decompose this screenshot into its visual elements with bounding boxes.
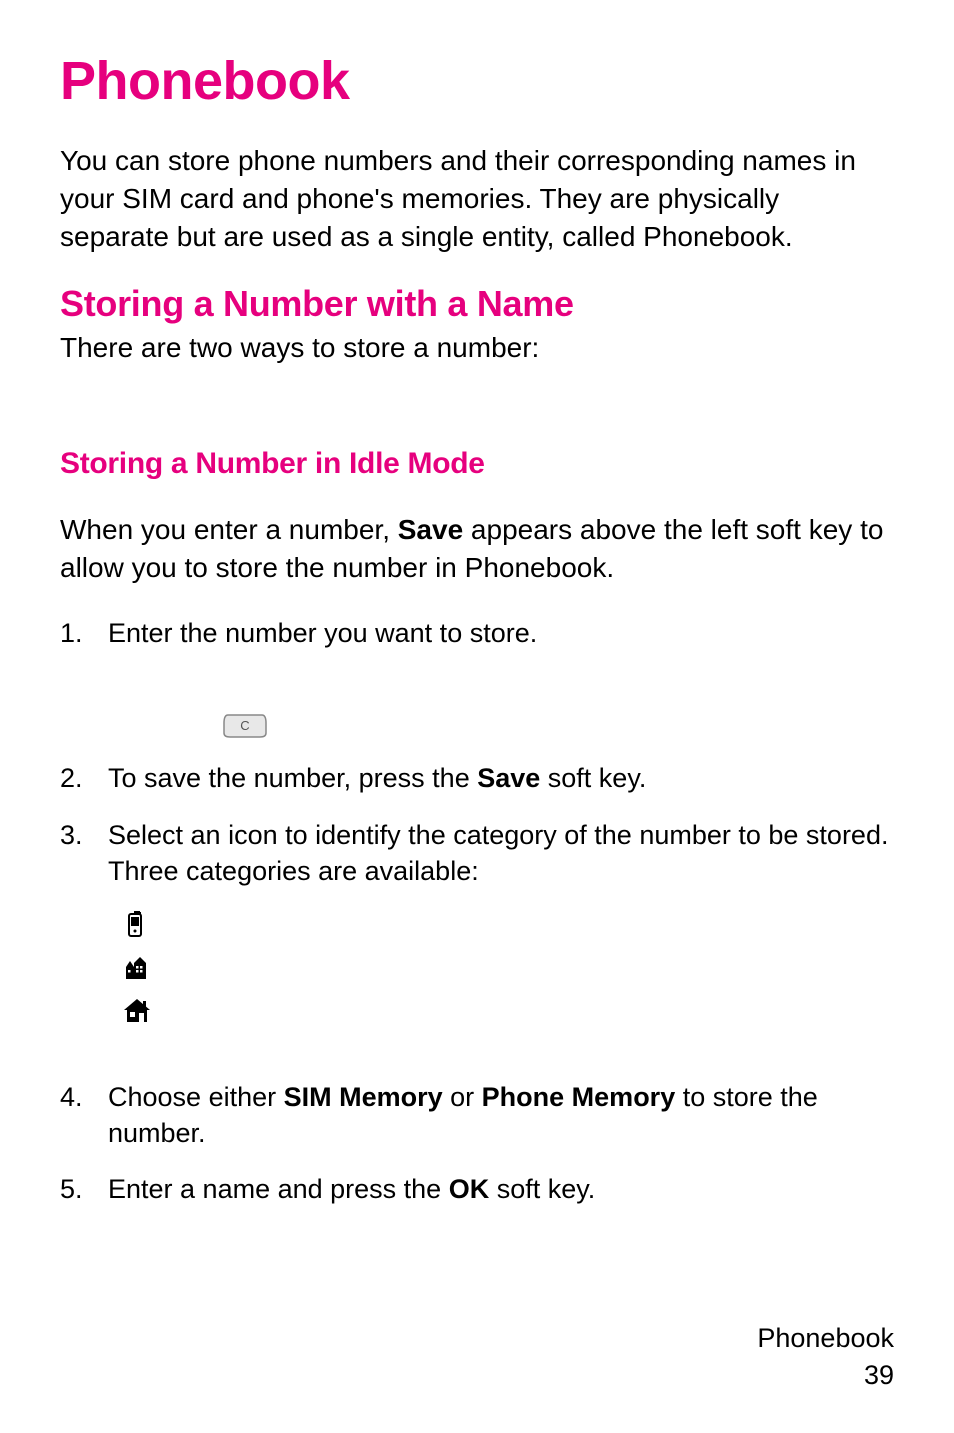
text-fragment: Choose either xyxy=(108,1082,284,1112)
page-title: Phonebook xyxy=(60,50,894,112)
step-1: 1. Enter the number you want to store. xyxy=(60,615,894,651)
home-icon xyxy=(120,996,894,1029)
save-bold: Save xyxy=(477,763,540,793)
step-3: 3. Select an icon to identify the catego… xyxy=(60,817,894,890)
step-text: Enter the number you want to store. xyxy=(108,618,537,648)
save-label-bold: Save xyxy=(398,514,463,545)
section2-intro: When you enter a number, Save appears ab… xyxy=(60,511,894,587)
text-fragment: To save the number, press the xyxy=(108,763,477,793)
footer-section-label: Phonebook xyxy=(757,1320,894,1356)
step-number: 3. xyxy=(60,817,83,853)
phone-memory-bold: Phone Memory xyxy=(482,1082,676,1112)
section1-text: There are two ways to store a number: xyxy=(60,329,894,367)
step-number: 1. xyxy=(60,615,83,651)
section-heading-idle-mode: Storing a Number in Idle Mode xyxy=(60,447,894,481)
svg-text:C: C xyxy=(240,718,249,733)
step-number: 2. xyxy=(60,760,83,796)
text-fragment: When you enter a number, xyxy=(60,514,398,545)
mobile-icon xyxy=(120,910,894,945)
page-footer: Phonebook 39 xyxy=(757,1320,894,1393)
ok-bold: OK xyxy=(449,1174,490,1204)
text-fragment: soft key. xyxy=(540,763,646,793)
step-text: Select an icon to identify the category … xyxy=(108,820,888,886)
section-heading-store-name: Storing a Number with a Name xyxy=(60,283,894,325)
intro-paragraph: You can store phone numbers and their co… xyxy=(60,142,894,255)
category-icons xyxy=(120,910,894,1029)
c-key-icon: C xyxy=(220,711,270,744)
step-5: 5. Enter a name and press the OK soft ke… xyxy=(60,1171,894,1207)
step-2: 2. To save the number, press the Save so… xyxy=(60,760,894,796)
step-number: 5. xyxy=(60,1171,83,1207)
step-number: 4. xyxy=(60,1079,83,1115)
sim-memory-bold: SIM Memory xyxy=(284,1082,443,1112)
footer-page-number: 39 xyxy=(757,1357,894,1393)
office-icon xyxy=(120,953,894,988)
step-4: 4. Choose either SIM Memory or Phone Mem… xyxy=(60,1079,894,1152)
text-fragment: soft key. xyxy=(489,1174,595,1204)
text-fragment: or xyxy=(443,1082,482,1112)
text-fragment: Enter a name and press the xyxy=(108,1174,449,1204)
steps-list: 1. Enter the number you want to store. C… xyxy=(60,615,894,1208)
